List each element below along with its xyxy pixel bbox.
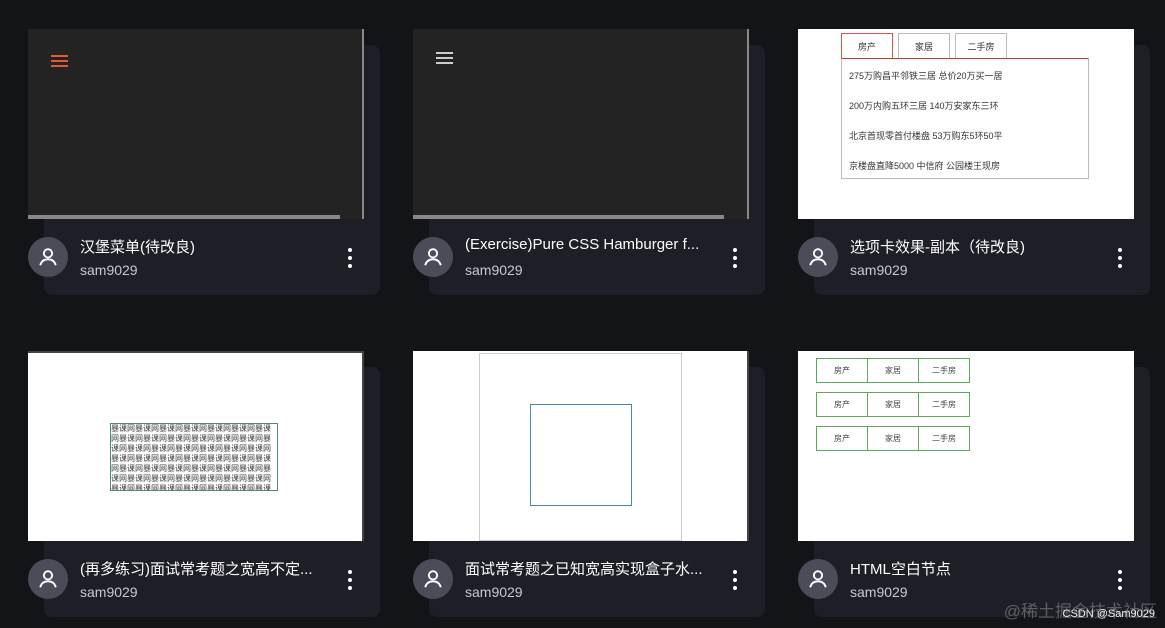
card-title[interactable]: (再多练习)面试常考题之宽高不定...	[80, 558, 318, 579]
user-icon	[39, 570, 57, 588]
tab-cell[interactable]: 房产	[816, 358, 868, 383]
card-author[interactable]: sam9029	[80, 584, 138, 600]
tab-second-hand[interactable]: 二手房	[955, 33, 1007, 58]
more-options-button[interactable]	[1108, 243, 1132, 273]
more-options-button[interactable]	[723, 243, 747, 273]
avatar[interactable]	[413, 237, 453, 277]
tab-cell[interactable]: 房产	[816, 392, 868, 417]
tab-cell[interactable]: 二手房	[918, 392, 970, 417]
card-preview[interactable]: 房产 家居 二手房 275万购昌平邻铁三居 总价20万买一居 200万内购五环三…	[798, 29, 1134, 219]
preview-scrollbar-horizontal[interactable]	[28, 215, 340, 219]
card-author[interactable]: sam9029	[465, 262, 523, 278]
card-preview[interactable]	[413, 29, 749, 219]
card-preview[interactable]	[28, 29, 364, 219]
user-icon	[424, 248, 442, 266]
more-options-button[interactable]	[723, 565, 747, 595]
avatar[interactable]	[28, 559, 68, 599]
tab-cell[interactable]: 房产	[816, 426, 868, 451]
centered-box	[530, 404, 632, 506]
user-icon	[809, 248, 827, 266]
pen-card[interactable]: 房产 家居 二手房 房产 家居 二手房 房产 家居 二手房 HTML空白节点 s…	[798, 351, 1150, 621]
hamburger-icon	[51, 55, 68, 67]
card-title[interactable]: HTML空白节点	[850, 558, 1088, 579]
card-author[interactable]: sam9029	[850, 262, 908, 278]
card-title[interactable]: (Exercise)Pure CSS Hamburger f...	[465, 236, 703, 253]
tab-cell[interactable]: 家居	[867, 426, 919, 451]
pen-card[interactable]: 汉堡菜单(待改良) sam9029	[28, 29, 380, 299]
pen-card[interactable]: 房产 家居 二手房 275万购昌平邻铁三居 总价20万买一居 200万内购五环三…	[798, 29, 1150, 299]
card-author[interactable]: sam9029	[80, 262, 138, 278]
tab-cell[interactable]: 二手房	[918, 358, 970, 383]
pen-card[interactable]: 暴课网暴课网暴课网暴课网暴课网暴课网暴课网暴课网暴课网暴课网暴课网暴课网暴课网暴…	[28, 351, 380, 621]
card-preview[interactable]: 暴课网暴课网暴课网暴课网暴课网暴课网暴课网暴课网暴课网暴课网暴课网暴课网暴课网暴…	[28, 351, 364, 541]
card-title[interactable]: 汉堡菜单(待改良)	[80, 236, 318, 257]
tab-house[interactable]: 房产	[841, 33, 893, 58]
avatar[interactable]	[798, 559, 838, 599]
tab-row: 房产 家居 二手房	[816, 426, 970, 451]
outer-box	[479, 353, 682, 541]
preview-scrollbar-vertical[interactable]	[362, 29, 364, 219]
card-preview[interactable]: 房产 家居 二手房 房产 家居 二手房 房产 家居 二手房	[798, 351, 1134, 541]
preview-scrollbar-vertical[interactable]	[747, 351, 749, 541]
more-options-button[interactable]	[1108, 565, 1132, 595]
tab-cell[interactable]: 二手房	[918, 426, 970, 451]
pen-card[interactable]: (Exercise)Pure CSS Hamburger f... sam902…	[413, 29, 765, 299]
user-icon	[424, 570, 442, 588]
card-preview[interactable]	[413, 351, 749, 541]
tab-widget: 房产 家居 二手房 275万购昌平邻铁三居 总价20万买一居 200万内购五环三…	[841, 33, 1091, 179]
card-author[interactable]: sam9029	[465, 584, 523, 600]
preview-scrollbar-horizontal[interactable]	[413, 215, 724, 219]
card-title[interactable]: 选项卡效果-副本（待改良)	[850, 236, 1088, 257]
list-item: 200万内购五环三居 140万安家东三环	[849, 101, 999, 111]
tab-panel: 275万购昌平邻铁三居 总价20万买一居 200万内购五环三居 140万安家东三…	[841, 58, 1089, 179]
list-item: 北京首现零首付楼盘 53万购东5环50平	[849, 131, 1003, 141]
repeated-text-box: 暴课网暴课网暴课网暴课网暴课网暴课网暴课网暴课网暴课网暴课网暴课网暴课网暴课网暴…	[110, 423, 278, 491]
preview-scrollbar-vertical[interactable]	[747, 29, 749, 219]
card-title[interactable]: 面试常考题之已知宽高实现盒子水...	[465, 558, 703, 579]
list-item: 京楼盘直降5000 中信府 公园楼王现房	[849, 161, 1001, 171]
list-item: 275万购昌平邻铁三居 总价20万买一居	[849, 71, 1003, 81]
tab-cell[interactable]: 家居	[867, 358, 919, 383]
preview-scrollbar-vertical[interactable]	[362, 353, 364, 541]
tab-home[interactable]: 家居	[898, 33, 950, 58]
user-icon	[39, 248, 57, 266]
avatar[interactable]	[28, 237, 68, 277]
more-options-button[interactable]	[338, 565, 362, 595]
more-options-button[interactable]	[338, 243, 362, 273]
pen-card[interactable]: 面试常考题之已知宽高实现盒子水... sam9029	[413, 351, 765, 621]
user-icon	[809, 570, 827, 588]
avatar[interactable]	[413, 559, 453, 599]
tab-row: 房产 家居 二手房	[816, 358, 970, 383]
watermark: CSDN @Sam9029	[1062, 608, 1155, 620]
card-author[interactable]: sam9029	[850, 584, 908, 600]
hamburger-icon	[436, 52, 453, 64]
tab-row: 房产 家居 二手房	[816, 392, 970, 417]
avatar[interactable]	[798, 237, 838, 277]
tab-cell[interactable]: 家居	[867, 392, 919, 417]
